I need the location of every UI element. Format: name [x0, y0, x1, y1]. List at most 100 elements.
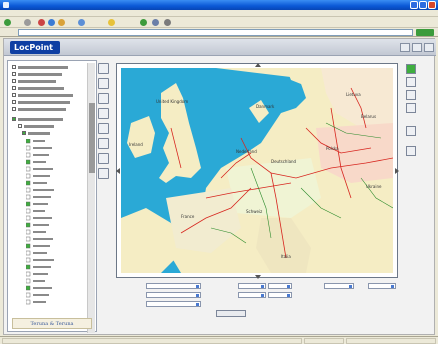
zone-indicator: [346, 338, 436, 344]
address-input[interactable]: [18, 29, 413, 36]
end-date-input[interactable]: [238, 292, 266, 298]
info-icon[interactable]: [98, 138, 109, 149]
vehicle-checkbox[interactable]: [26, 285, 31, 291]
close-button[interactable]: [428, 1, 436, 9]
checkbox-icon[interactable]: [12, 107, 16, 111]
print-map-icon[interactable]: [98, 153, 109, 164]
query-form: [118, 282, 400, 332]
maximize-button[interactable]: [419, 1, 427, 9]
history-icon[interactable]: [140, 19, 147, 26]
checkbox-icon[interactable]: [18, 124, 22, 128]
zoom-out-icon[interactable]: [98, 78, 109, 89]
window-titlebar: [0, 0, 438, 10]
tree-vehicle-list: [26, 139, 54, 305]
vehicle-checkbox[interactable]: [26, 292, 31, 298]
vehicle-checkbox[interactable]: [26, 264, 31, 270]
stop-icon[interactable]: [38, 19, 45, 26]
checkbox-icon[interactable]: [12, 117, 16, 121]
vehicle-checkbox[interactable]: [26, 257, 31, 263]
settings-icon[interactable]: [412, 43, 422, 52]
vehicle-checkbox[interactable]: [26, 229, 31, 235]
pan-west-icon[interactable]: [116, 168, 120, 174]
vehicle-checkbox[interactable]: [26, 173, 31, 179]
vehicle-label: [33, 273, 48, 275]
export-icon[interactable]: [98, 168, 109, 179]
forward-icon[interactable]: [24, 19, 31, 26]
vehicle-label: [33, 196, 51, 198]
menu-bar: [0, 10, 438, 17]
vehicle-checkbox[interactable]: [26, 299, 31, 305]
end-time-input[interactable]: [268, 292, 292, 298]
checkbox-icon[interactable]: [12, 72, 16, 76]
scroll-thumb[interactable]: [89, 103, 95, 173]
vehicle-checkbox[interactable]: [26, 187, 31, 193]
checkbox-icon[interactable]: [12, 93, 16, 97]
checkbox-icon[interactable]: [12, 86, 16, 90]
tree-scrollbar[interactable]: [87, 63, 95, 333]
vehicle-checkbox[interactable]: [26, 180, 31, 186]
refresh-icon[interactable]: [48, 19, 55, 26]
home-icon[interactable]: [58, 19, 65, 26]
select-icon[interactable]: [98, 123, 109, 134]
print-icon[interactable]: [164, 19, 171, 26]
map-label: Belarus: [361, 114, 376, 119]
vehicle-label: [33, 203, 48, 205]
vehicle-checkbox[interactable]: [26, 278, 31, 284]
vehicle-label: [33, 238, 53, 240]
vehicle-checkbox[interactable]: [26, 243, 31, 249]
measure-icon[interactable]: [98, 108, 109, 119]
vehicle-checkbox[interactable]: [26, 236, 31, 242]
form-select[interactable]: [324, 283, 354, 289]
report-icon[interactable]: [406, 126, 416, 136]
vehicle-checkbox[interactable]: [26, 222, 31, 228]
vehicle-checkbox[interactable]: [26, 145, 31, 151]
go-button[interactable]: [416, 29, 434, 36]
favorites-icon[interactable]: [108, 19, 115, 26]
mail-icon[interactable]: [152, 19, 159, 26]
vehicle-icon[interactable]: [406, 77, 416, 87]
help-icon[interactable]: [400, 43, 410, 52]
map-frame: United Kingdom Ireland Deutschland Franc…: [116, 63, 399, 279]
checkbox-icon[interactable]: [22, 131, 26, 135]
tree-label: [24, 125, 54, 128]
zoom-in-icon[interactable]: [98, 63, 109, 74]
start-date-input[interactable]: [238, 283, 266, 289]
vehicle-checkbox[interactable]: [26, 250, 31, 256]
vehicle-checkbox[interactable]: [26, 152, 31, 158]
form-select[interactable]: [368, 283, 396, 289]
pan-south-icon[interactable]: [255, 275, 261, 279]
search-icon[interactable]: [78, 19, 85, 26]
form-label: [118, 284, 142, 289]
vehicle-label: [33, 252, 47, 254]
poi-icon[interactable]: [406, 103, 416, 113]
form-select[interactable]: [146, 301, 201, 307]
back-icon[interactable]: [4, 19, 11, 26]
minimize-button[interactable]: [410, 1, 418, 9]
pan-east-icon[interactable]: [395, 168, 399, 174]
checkbox-icon[interactable]: [12, 100, 16, 104]
logout-icon[interactable]: [424, 43, 434, 52]
vehicle-checkbox[interactable]: [26, 194, 31, 200]
chart-icon[interactable]: [406, 146, 416, 156]
pan-icon[interactable]: [98, 93, 109, 104]
vehicle-checkbox[interactable]: [26, 159, 31, 165]
tree-label: [28, 132, 50, 135]
vehicle-checkbox[interactable]: [26, 139, 31, 144]
vehicle-checkbox[interactable]: [26, 215, 31, 221]
form-select[interactable]: [146, 292, 201, 298]
checkbox-icon[interactable]: [12, 65, 16, 69]
layer-toggle-icon[interactable]: [406, 64, 416, 74]
pan-north-icon[interactable]: [255, 63, 261, 67]
vehicle-checkbox[interactable]: [26, 208, 31, 214]
checkbox-icon[interactable]: [12, 79, 16, 83]
europe-map[interactable]: United Kingdom Ireland Deutschland Franc…: [121, 68, 393, 273]
route-icon[interactable]: [406, 90, 416, 100]
start-time-input[interactable]: [268, 283, 292, 289]
vehicle-checkbox[interactable]: [26, 201, 31, 207]
form-select[interactable]: [146, 283, 201, 289]
map-label: Deutschland: [271, 159, 297, 164]
vehicle-checkbox[interactable]: [26, 166, 31, 172]
show-on-map-button[interactable]: [216, 310, 246, 317]
ie-icon: [3, 2, 9, 8]
vehicle-checkbox[interactable]: [26, 271, 31, 277]
